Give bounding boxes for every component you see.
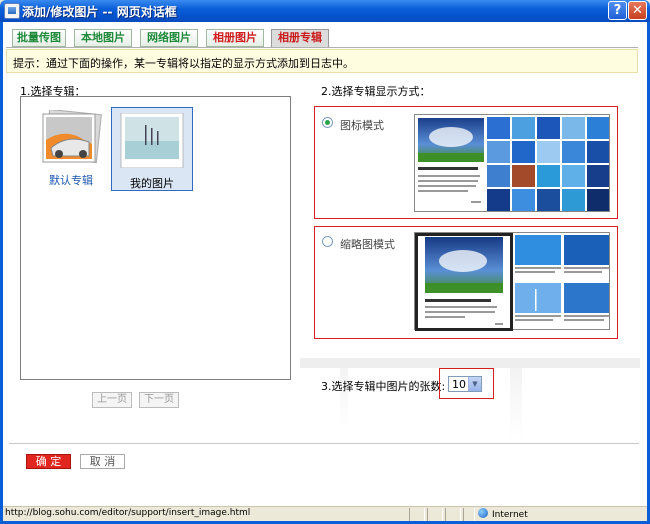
status-cell [463, 508, 475, 521]
thumbnail-mode-preview [414, 232, 610, 331]
photo-count-value: 10 [452, 378, 466, 391]
footer-divider [9, 443, 639, 444]
status-zone-label: Internet [492, 510, 528, 520]
icon-mode-label: 图标模式 [340, 119, 384, 132]
tab-local-image[interactable]: 本地图片 [74, 29, 132, 47]
chevron-down-icon[interactable]: ▼ [468, 377, 481, 391]
status-zone: Internet [478, 508, 528, 520]
album-list: 默认专辑 我的图片 [20, 96, 291, 380]
cancel-button[interactable]: 取 消 [80, 454, 125, 469]
status-bar: http://blog.sohu.com/editor/support/inse… [3, 506, 647, 521]
seascape-photo-icon [120, 113, 184, 168]
album-my-pictures[interactable]: 我的图片 [111, 107, 193, 191]
status-cell [445, 508, 461, 521]
thumbnail-mode-label: 缩略图模式 [340, 238, 395, 251]
window-icon [4, 3, 20, 19]
album-label: 默认专辑 [49, 174, 93, 187]
title-bar: 添加/修改图片 -- 网页对话框 ? ✕ [0, 0, 650, 22]
globe-icon [478, 508, 488, 518]
thumbnail-mode-preview-graphic [415, 233, 609, 331]
tab-album-collection[interactable]: 相册专辑 [271, 29, 329, 48]
ok-button[interactable]: 确 定 [26, 454, 71, 469]
prev-page-button[interactable]: 上一页 [92, 392, 132, 408]
tab-divider [6, 47, 638, 48]
photo-count-select[interactable]: 10 ▼ [448, 376, 482, 392]
icon-mode-preview-graphic [418, 117, 609, 211]
icon-mode-radio[interactable] [322, 117, 333, 128]
album-default[interactable]: 默认专辑 [30, 105, 112, 189]
tab-album-image[interactable]: 相册图片 [206, 29, 264, 47]
status-url: http://blog.sohu.com/editor/support/inse… [5, 508, 251, 518]
photo-stack-icon [42, 110, 102, 164]
window-title: 添加/修改图片 -- 网页对话框 [22, 5, 177, 19]
tab-batch-upload[interactable]: 批量传图 [12, 29, 66, 47]
status-cell [427, 508, 443, 521]
album-label: 我的图片 [130, 177, 174, 190]
close-button[interactable]: ✕ [628, 1, 647, 20]
tab-web-image[interactable]: 网络图片 [140, 29, 198, 47]
next-page-button[interactable]: 下一页 [139, 392, 179, 408]
thumbnail-mode-radio[interactable] [322, 236, 333, 247]
status-cell [409, 508, 425, 521]
step2-label: 2.选择专辑显示方式： [321, 85, 431, 98]
step3-label: 3.选择专辑中图片的张数: [321, 380, 446, 393]
hint-bar: 提示：通过下面的操作，某一专辑将以指定的显示方式添加到日志中。 [6, 49, 638, 73]
icon-mode-preview [414, 114, 610, 212]
help-button[interactable]: ? [608, 1, 627, 20]
